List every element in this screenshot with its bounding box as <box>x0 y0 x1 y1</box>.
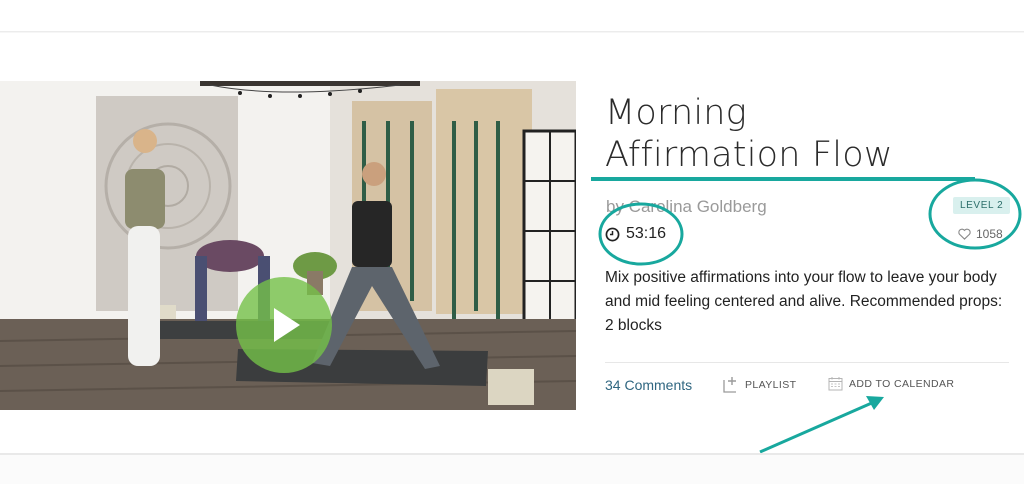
duration: 53:16 <box>605 225 666 243</box>
likes-count: 1058 <box>976 227 1003 241</box>
instructor-name[interactable]: by Carolina Goldberg <box>606 197 767 217</box>
top-divider-shade <box>0 32 1024 33</box>
likes-button[interactable]: 1058 <box>958 227 1003 241</box>
class-title: Morning Affirmation Flow <box>605 92 1005 176</box>
comments-link[interactable]: 34 Comments <box>605 377 692 393</box>
clock-icon <box>605 227 620 241</box>
bottom-shade <box>0 455 1024 484</box>
level-badge: LEVEL 2 <box>953 197 1011 214</box>
add-to-playlist-button[interactable]: PLAYLIST <box>723 376 796 393</box>
play-button[interactable] <box>236 277 332 373</box>
title-underline-annotation <box>591 177 975 181</box>
add-to-calendar-button[interactable]: ADD TO CALENDAR <box>828 376 954 391</box>
calendar-pointer-arrow-head <box>866 396 884 410</box>
calendar-icon <box>828 377 843 391</box>
add-to-playlist-icon <box>723 377 736 393</box>
duration-text: 53:16 <box>626 225 667 242</box>
play-icon <box>274 308 300 342</box>
class-title-line-1: Morning <box>605 93 747 133</box>
class-description: Mix positive affirmations into your flow… <box>605 269 1003 334</box>
actions-divider <box>605 362 1009 363</box>
calendar-label: ADD TO CALENDAR <box>849 377 955 390</box>
class-title-line-2: Affirmation Flow <box>605 135 893 175</box>
playlist-label: PLAYLIST <box>745 378 797 391</box>
calendar-pointer-arrow-line <box>759 400 875 454</box>
video-player[interactable] <box>0 81 576 410</box>
heart-icon <box>958 228 971 240</box>
